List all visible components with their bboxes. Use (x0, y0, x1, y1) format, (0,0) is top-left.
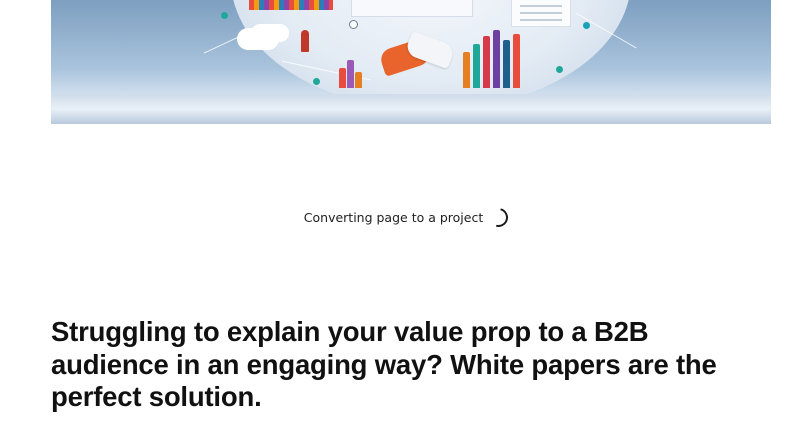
node-dot (221, 12, 228, 19)
node-dot (313, 78, 320, 85)
bar-chart-bar (339, 68, 346, 88)
bar-chart-bar (347, 60, 354, 88)
loading-spinner-icon (485, 204, 512, 230)
person-icon (301, 30, 309, 52)
conversion-status-text: Converting page to a project (303, 209, 484, 225)
book-shelf-graphic (249, 0, 333, 10)
bar-chart-bar (463, 52, 470, 88)
bar-chart-bar (513, 34, 520, 88)
hero-floor (51, 94, 771, 124)
bar-chart-bar (483, 36, 490, 88)
node-dot (583, 22, 590, 29)
monitor-graphic (351, 0, 473, 17)
cloud-icon (237, 28, 279, 50)
conversion-status: Converting page to a project (0, 204, 812, 230)
bar-chart-bar (355, 72, 362, 88)
bar-chart-bar (503, 40, 510, 88)
bar-chart-bar (473, 44, 480, 88)
node-dot (349, 20, 358, 29)
hero-image (51, 0, 771, 124)
node-dot (556, 66, 563, 73)
page-headline: Struggling to explain your value prop to… (51, 316, 717, 412)
document-icon (511, 0, 571, 27)
bar-chart-bar (493, 30, 500, 88)
